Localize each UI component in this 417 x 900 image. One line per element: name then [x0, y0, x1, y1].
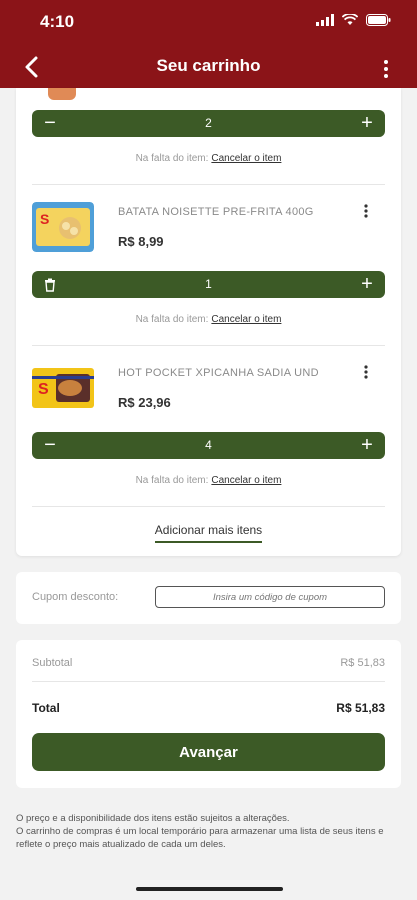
divider — [32, 184, 385, 185]
quantity-stepper: − 4 + — [32, 432, 385, 459]
missing-label: Na falta do item: — [135, 153, 209, 164]
product-price: R$ 23,96 — [118, 395, 171, 410]
svg-text:S: S — [40, 211, 49, 227]
missing-label: Na falta do item: — [135, 475, 209, 486]
wifi-icon — [342, 14, 358, 25]
product-name: HOT POCKET XPICANHA SADIA UND — [118, 367, 319, 379]
subtotal-label: Subtotal — [32, 657, 73, 669]
disclaimer-line: O preço e a disponibilidade dos itens es… — [16, 813, 290, 824]
quantity-value: 1 — [205, 277, 212, 291]
nav-bar: Seu carrinho — [0, 52, 417, 86]
coupon-label: Cupom desconto: — [32, 591, 119, 603]
product-image: S — [32, 368, 94, 408]
add-more-label[interactable]: Adicionar mais itens — [154, 523, 263, 543]
product-image — [48, 88, 76, 100]
divider — [32, 345, 385, 346]
coupon-section: Cupom desconto: — [16, 572, 401, 624]
totals-section: Subtotal R$ 51,83 Total R$ 51,83 Avançar — [16, 640, 401, 788]
missing-item-option: Na falta do item: Cancelar o item — [16, 314, 401, 325]
missing-item-option: Na falta do item: Cancelar o item — [16, 475, 401, 486]
product-price: R$ 8,99 — [118, 234, 164, 249]
home-indicator[interactable] — [136, 887, 283, 891]
disclaimer: O preço e a disponibilidade dos itens es… — [16, 812, 401, 851]
battery-icon — [366, 14, 391, 26]
signal-icon — [316, 14, 334, 26]
plus-icon[interactable]: + — [353, 110, 381, 137]
total-label: Total — [32, 701, 60, 715]
divider — [32, 506, 385, 507]
app-header: 4:10 Seu carrinho — [0, 0, 417, 88]
missing-item-option: Na falta do item: Cancelar o item — [16, 153, 401, 164]
quantity-value: 2 — [205, 116, 212, 130]
total-value: R$ 51,83 — [336, 701, 385, 715]
cancel-item-link[interactable]: Cancelar o item — [211, 475, 281, 486]
quantity-value: 4 — [205, 438, 212, 452]
status-time: 4:10 — [40, 12, 75, 31]
page-title: Seu carrinho — [156, 56, 261, 75]
plus-icon[interactable]: + — [353, 271, 381, 298]
product-name: BATATA NOISETTE PRE-FRITA 400G — [118, 206, 314, 218]
more-vertical-icon[interactable] — [361, 364, 371, 380]
divider — [32, 681, 385, 682]
status-bar: 4:10 — [0, 10, 417, 36]
system-icons — [316, 14, 391, 26]
advance-button[interactable]: Avançar — [32, 733, 385, 771]
add-more-items-link[interactable]: Adicionar mais itens — [16, 523, 401, 543]
more-vertical-icon[interactable] — [361, 203, 371, 219]
cancel-item-link[interactable]: Cancelar o item — [211, 153, 281, 164]
subtotal-value: R$ 51,83 — [340, 657, 385, 669]
coupon-input[interactable] — [155, 586, 385, 608]
cart-list: − 2 + Na falta do item: Cancelar o item S… — [16, 88, 401, 556]
quantity-stepper: 1 + — [32, 271, 385, 298]
quantity-stepper: − 2 + — [32, 110, 385, 137]
product-image: S — [32, 202, 94, 252]
disclaimer-line: O carrinho de compras é um local temporá… — [16, 826, 384, 850]
missing-label: Na falta do item: — [135, 314, 209, 325]
more-vertical-icon[interactable] — [381, 58, 391, 80]
plus-icon[interactable]: + — [353, 432, 381, 459]
cancel-item-link[interactable]: Cancelar o item — [211, 314, 281, 325]
svg-text:S: S — [38, 381, 49, 398]
